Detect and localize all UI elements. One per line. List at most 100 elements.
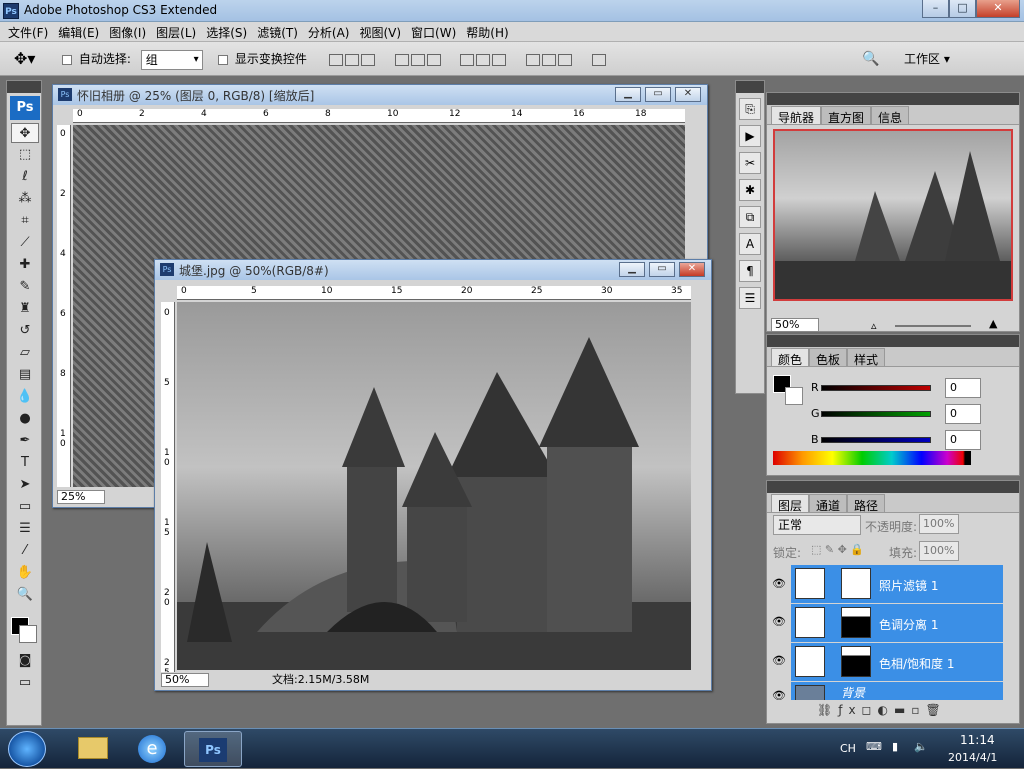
menu-filter[interactable]: 滤镜(T) <box>253 22 304 41</box>
panel-header[interactable] <box>767 93 1019 105</box>
canvas-castle-photo[interactable] <box>177 302 691 670</box>
clock-time[interactable]: 11:14 <box>960 733 995 747</box>
blend-mode-dropdown[interactable]: 正常 <box>773 515 861 535</box>
r-slider[interactable] <box>821 385 931 391</box>
distribute-hcenter-icon[interactable] <box>541 53 556 66</box>
photoshop-logo[interactable]: Ps <box>10 96 40 120</box>
explorer-taskbar-icon[interactable] <box>64 731 122 767</box>
layer-row[interactable]: 照片滤镜 1 <box>791 565 1003 603</box>
navigator-zoom-field[interactable]: 50% <box>771 318 819 332</box>
doc-minimize-button[interactable]: ▁ <box>619 262 645 277</box>
shape-tool-icon[interactable]: ▭ <box>11 497 39 517</box>
paragraph-panel-icon[interactable]: ¶ <box>739 260 761 282</box>
maximize-button[interactable]: □ <box>949 0 976 18</box>
tab-histogram[interactable]: 直方图 <box>821 106 872 125</box>
auto-select-dropdown[interactable]: 组 <box>140 49 203 70</box>
navigator-zoom-slider[interactable] <box>895 325 971 327</box>
color-spectrum-bar[interactable] <box>773 451 971 465</box>
keyboard-icon[interactable]: ⌨ <box>866 740 882 753</box>
align-right-icon[interactable] <box>426 53 441 66</box>
menu-help[interactable]: 帮助(H) <box>462 22 514 41</box>
notes-tool-icon[interactable]: ☰ <box>11 519 39 539</box>
type-tool-icon[interactable]: T <box>11 453 39 473</box>
character-panel-icon[interactable]: A <box>739 233 761 255</box>
brushes-panel-icon[interactable]: ✱ <box>739 179 761 201</box>
g-slider[interactable] <box>821 411 931 417</box>
tab-swatches[interactable]: 色板 <box>809 348 848 367</box>
doc-maximize-button[interactable]: ▭ <box>649 262 675 277</box>
tab-layers[interactable]: 图层 <box>771 494 810 513</box>
zoom-out-icon[interactable]: ▵ <box>871 319 877 332</box>
history-panel-icon[interactable]: ⎘ <box>739 98 761 120</box>
eyedropper-tool-icon[interactable]: ⁄ <box>11 541 39 561</box>
photoshop-taskbar-icon[interactable]: Ps <box>184 731 242 767</box>
volume-icon[interactable]: 🔈 <box>914 740 928 753</box>
slice-tool-icon[interactable]: ⟋ <box>11 233 39 253</box>
zoom-field[interactable]: 25% <box>57 490 105 504</box>
crop-tool-icon[interactable]: ⌗ <box>11 211 39 231</box>
align-hcenter-icon[interactable] <box>410 53 425 66</box>
hand-tool-icon[interactable]: ✋ <box>11 563 39 583</box>
workspace-button[interactable]: 工作区 ▾ <box>904 46 950 72</box>
distribute-left-icon[interactable] <box>525 53 540 66</box>
visibility-eye-icon[interactable]: 👁 <box>771 615 787 631</box>
align-left-icon[interactable] <box>394 53 409 66</box>
tab-channels[interactable]: 通道 <box>809 494 848 513</box>
distribute-right-icon[interactable] <box>557 53 572 66</box>
layer-row[interactable]: 色调分离 1 <box>791 604 1003 642</box>
ie-taskbar-icon[interactable]: e <box>124 731 182 767</box>
distribute-vcenter-icon[interactable] <box>476 53 491 66</box>
marquee-tool-icon[interactable]: ⬚ <box>11 145 39 165</box>
eraser-tool-icon[interactable]: ▱ <box>11 343 39 363</box>
doc-maximize-button[interactable]: ▭ <box>645 87 671 102</box>
distribute-bottom-icon[interactable] <box>492 53 507 66</box>
language-indicator[interactable]: CH <box>840 742 856 755</box>
menu-edit[interactable]: 编辑(E) <box>54 22 105 41</box>
panel-header[interactable] <box>767 335 1019 347</box>
history-brush-icon[interactable]: ↺ <box>11 321 39 341</box>
move-tool-preset-icon[interactable]: ✥▾ <box>14 46 35 72</box>
panel-header[interactable] <box>767 481 1019 493</box>
menu-select[interactable]: 选择(S) <box>202 22 253 41</box>
menu-file[interactable]: 文件(F) <box>4 22 54 41</box>
auto-select-checkbox[interactable] <box>62 54 72 65</box>
opacity-input[interactable]: 100% <box>919 514 959 534</box>
b-slider[interactable] <box>821 437 931 443</box>
g-value-input[interactable]: 0 <box>945 404 981 424</box>
clone-stamp-icon[interactable]: ♜ <box>11 299 39 319</box>
quick-mask-icon[interactable]: ◙ <box>11 651 39 671</box>
fill-input[interactable]: 100% <box>919 541 959 561</box>
b-value-input[interactable]: 0 <box>945 430 981 450</box>
clone-source-icon[interactable]: ⧉ <box>739 206 761 228</box>
tab-paths[interactable]: 路径 <box>847 494 886 513</box>
network-icon[interactable]: ▮ <box>892 740 898 753</box>
tab-navigator[interactable]: 导航器 <box>771 106 822 125</box>
menu-view[interactable]: 视图(V) <box>355 22 407 41</box>
menu-window[interactable]: 窗口(W) <box>407 22 462 41</box>
lock-icons[interactable]: ⬚ ✎ ✥ 🔒 <box>811 543 864 556</box>
screen-mode-icon[interactable]: ▭ <box>11 673 39 693</box>
background-color-swatch[interactable] <box>19 625 37 643</box>
tool-presets-icon[interactable]: ✂ <box>739 152 761 174</box>
magic-wand-tool-icon[interactable]: ⁂ <box>11 189 39 209</box>
pen-tool-icon[interactable]: ✒ <box>11 431 39 451</box>
tab-info[interactable]: 信息 <box>871 106 910 125</box>
tab-color[interactable]: 颜色 <box>771 348 810 367</box>
navigator-preview[interactable] <box>773 129 1013 301</box>
layer-row[interactable]: 色相/饱和度 1 <box>791 643 1003 681</box>
doc-close-button[interactable]: ✕ <box>679 262 705 277</box>
menu-analysis[interactable]: 分析(A) <box>304 22 356 41</box>
gradient-tool-icon[interactable]: ▤ <box>11 365 39 385</box>
blur-tool-icon[interactable]: 💧 <box>11 387 39 407</box>
document-window-castle[interactable]: Ps 城堡.jpg @ 50%(RGB/8#) ▁ ▭ ✕ 0 5 10 15 … <box>154 259 712 691</box>
tab-styles[interactable]: 样式 <box>847 348 886 367</box>
menu-layer[interactable]: 图层(L) <box>152 22 202 41</box>
layers-footer-icons[interactable]: ⛓ƒx◻◐▬▫🗑 <box>817 703 947 717</box>
actions-panel-icon[interactable]: ▶ <box>739 125 761 147</box>
dodge-tool-icon[interactable]: ● <box>11 409 39 429</box>
document-title-bar[interactable]: Ps 怀旧相册 @ 25% (图层 0, RGB/8) [缩放后] ▁ ▭ ✕ <box>53 85 707 105</box>
auto-align-icon[interactable] <box>591 53 606 66</box>
healing-brush-icon[interactable]: ✚ <box>11 255 39 275</box>
distribute-top-icon[interactable] <box>460 53 475 66</box>
move-tool-icon[interactable]: ✥ <box>11 123 39 143</box>
